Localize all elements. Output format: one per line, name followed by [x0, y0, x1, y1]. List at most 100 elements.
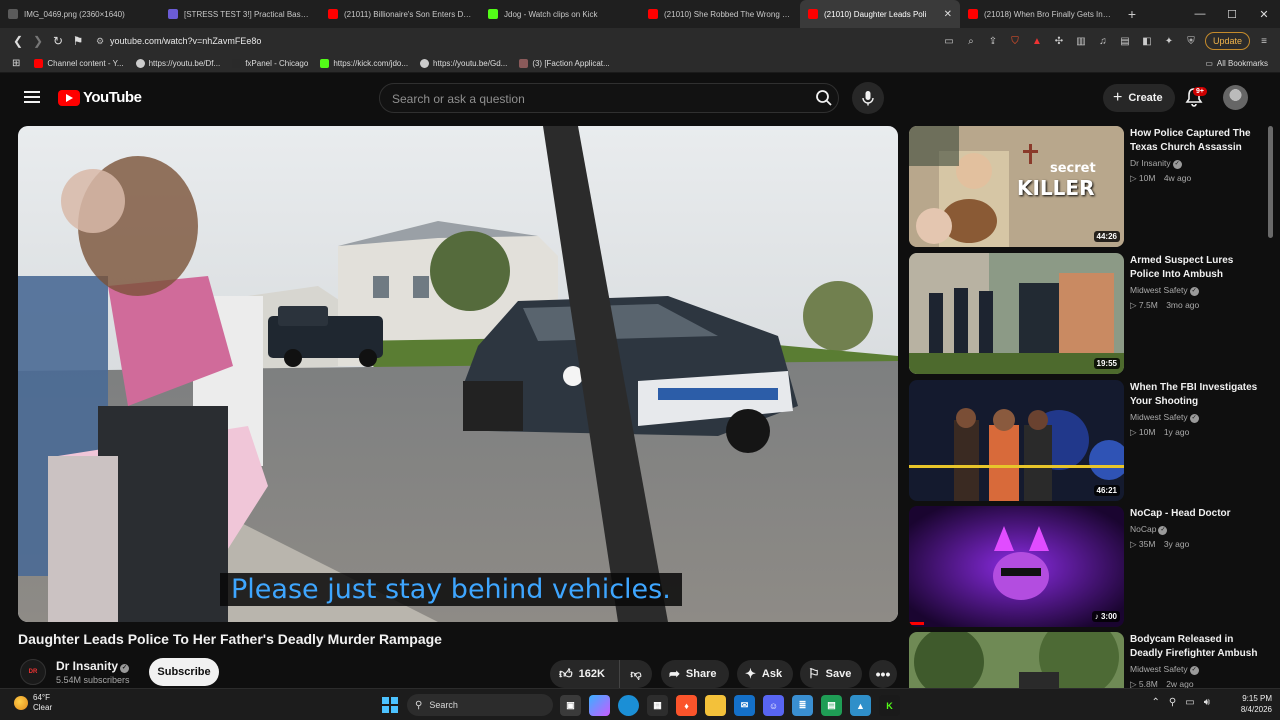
- browser-tab[interactable]: (21010) She Robbed The Wrong Sto: [640, 0, 800, 28]
- reload-icon[interactable]: ↻: [48, 31, 68, 51]
- discord-icon[interactable]: ☺: [763, 695, 784, 716]
- rewards-icon[interactable]: ▲: [1029, 33, 1045, 49]
- task-view-icon[interactable]: ▣: [560, 695, 581, 716]
- channel-avatar[interactable]: DR: [20, 659, 46, 685]
- subscribe-button[interactable]: Subscribe: [149, 658, 219, 686]
- system-clock[interactable]: 9:15 PM 8/4/2026: [1241, 693, 1272, 715]
- voice-search-button[interactable]: [852, 82, 884, 114]
- bookmark-item[interactable]: fxPanel - Chicago: [232, 58, 308, 68]
- bookmark-item[interactable]: https://youtu.be/Df...: [135, 58, 220, 68]
- close-window-icon[interactable]: ✕: [1248, 0, 1280, 28]
- youtube-favicon-icon: [34, 58, 44, 68]
- apps-icon[interactable]: ⊞: [12, 58, 20, 69]
- forward-icon[interactable]: ❯: [28, 31, 48, 51]
- extensions-icon[interactable]: ✣: [1051, 33, 1067, 49]
- create-button[interactable]: + Create: [1103, 84, 1175, 112]
- new-tab-button[interactable]: +: [1120, 0, 1144, 28]
- save-button[interactable]: ⚐ Save: [800, 660, 862, 688]
- hamburger-menu-icon[interactable]: [24, 91, 40, 105]
- recommended-channel[interactable]: Midwest Safety ✓: [1130, 664, 1199, 675]
- update-button[interactable]: Update: [1204, 32, 1250, 50]
- video-thumbnail[interactable]: secret KILLER 44:26: [909, 126, 1124, 247]
- taskbar-search[interactable]: ⚲ Search: [407, 694, 553, 716]
- spreadsheet-icon[interactable]: ▤: [821, 695, 842, 716]
- recommended-channel[interactable]: Midwest Safety ✓: [1130, 412, 1199, 423]
- zoom-icon[interactable]: ⌕: [963, 33, 979, 49]
- share-icon[interactable]: ⇪: [985, 33, 1001, 49]
- bookmark-item[interactable]: (3) [Faction Applicat...: [519, 58, 610, 68]
- edge-icon[interactable]: [618, 695, 639, 716]
- recommended-channel[interactable]: Midwest Safety ✓: [1130, 285, 1199, 296]
- weather-widget[interactable]: 64°F Clear: [14, 693, 52, 713]
- site-info-icon[interactable]: ⚙: [96, 36, 110, 47]
- search-input[interactable]: [392, 90, 802, 108]
- channel-name[interactable]: Dr Insanity ✓: [56, 659, 130, 673]
- account-avatar[interactable]: [1223, 85, 1248, 110]
- video-player[interactable]: [18, 126, 898, 622]
- browser-tab[interactable]: Jdog - Watch clips on Kick: [480, 0, 640, 28]
- recommended-video[interactable]: ♪ 3:00 NoCap - Head Doctor NoCap ✓ ▷ 35M …: [909, 506, 1259, 628]
- bookmark-item[interactable]: https://kick.com/jdo...: [320, 58, 408, 68]
- brave-shield-icon[interactable]: ⛉: [1007, 33, 1023, 49]
- sidebar-icon[interactable]: ▥: [1073, 33, 1089, 49]
- location-icon[interactable]: ⚲: [1169, 697, 1176, 708]
- page-scrollbar[interactable]: [1268, 126, 1273, 238]
- browser-tab[interactable]: (21018) When Bro Finally Gets Invite: [960, 0, 1120, 28]
- photos-icon[interactable]: ▲: [850, 695, 871, 716]
- kick-favicon-icon: [320, 58, 330, 68]
- menu-icon[interactable]: ≡: [1256, 33, 1272, 49]
- video-thumbnail[interactable]: ♪ 3:00: [909, 506, 1124, 627]
- volume-icon[interactable]: 🔊︎: [1204, 697, 1210, 708]
- ask-button[interactable]: ✦ Ask: [737, 660, 793, 688]
- search-button[interactable]: [809, 84, 839, 112]
- close-tab-icon[interactable]: ✕: [944, 9, 952, 20]
- recommended-video[interactable]: secret KILLER 44:26 How Police Captured …: [909, 126, 1259, 248]
- recommended-title[interactable]: Bodycam Released in Deadly Firefighter A…: [1130, 633, 1259, 661]
- like-button[interactable]: 👍︎ 162K: [550, 660, 620, 688]
- brave-icon[interactable]: ♦: [676, 695, 697, 716]
- recommended-video[interactable]: 46:21 When The FBI Investigates Your Sho…: [909, 380, 1259, 502]
- browser-tab-active[interactable]: (21010) Daughter Leads Poli ✕: [800, 0, 960, 28]
- network-icon[interactable]: ▭: [1185, 697, 1194, 708]
- bookmark-item[interactable]: https://youtu.be/Gd...: [420, 58, 507, 68]
- chevron-up-icon[interactable]: ⌃: [1152, 697, 1160, 708]
- browser-tab[interactable]: (21011) Billionaire's Son Enters Dea: [320, 0, 480, 28]
- maximize-icon[interactable]: ☐: [1216, 0, 1248, 28]
- recommended-title[interactable]: When The FBI Investigates Your Shooting: [1130, 381, 1260, 409]
- video-thumbnail[interactable]: 19:55: [909, 253, 1124, 374]
- minimize-icon[interactable]: —: [1184, 0, 1216, 28]
- store-icon[interactable]: ▦: [647, 695, 668, 716]
- mail-icon[interactable]: ✉: [734, 695, 755, 716]
- leo-icon[interactable]: ✦: [1161, 33, 1177, 49]
- cast-icon[interactable]: ▭: [941, 33, 957, 49]
- vpn-icon[interactable]: ⛨: [1183, 33, 1199, 49]
- file-explorer-icon[interactable]: [705, 695, 726, 716]
- recommended-title[interactable]: How Police Captured The Texas Church Ass…: [1130, 127, 1260, 155]
- recommended-channel[interactable]: NoCap ✓: [1130, 524, 1168, 535]
- all-bookmarks-button[interactable]: ▭ All Bookmarks: [1205, 54, 1268, 73]
- video-thumbnail[interactable]: [909, 632, 1124, 688]
- recommended-channel[interactable]: Dr Insanity ✓: [1130, 158, 1182, 169]
- recommended-video[interactable]: Bodycam Released in Deadly Firefighter A…: [909, 632, 1259, 688]
- recommended-video[interactable]: 19:55 Armed Suspect Lures Police Into Am…: [909, 253, 1259, 375]
- media-icon[interactable]: ♫: [1095, 33, 1111, 49]
- wallet-icon[interactable]: ◧: [1139, 33, 1155, 49]
- more-actions-button[interactable]: •••: [869, 660, 897, 688]
- youtube-header: YouTube: [0, 73, 1280, 123]
- dislike-button[interactable]: 👎︎: [620, 660, 652, 688]
- back-icon[interactable]: ❮: [8, 31, 28, 51]
- copilot-icon[interactable]: [589, 695, 610, 716]
- reading-list-icon[interactable]: ▤: [1117, 33, 1133, 49]
- recommended-title[interactable]: NoCap - Head Doctor: [1130, 507, 1260, 521]
- bookmark-item[interactable]: Channel content - Y...: [34, 58, 124, 68]
- youtube-logo[interactable]: YouTube: [58, 89, 142, 106]
- browser-tab[interactable]: IMG_0469.png (2360×1640): [0, 0, 160, 28]
- windows-start-icon[interactable]: [382, 697, 398, 713]
- bookmark-icon[interactable]: ⚑: [68, 31, 88, 51]
- recommended-title[interactable]: Armed Suspect Lures Police Into Ambush: [1130, 254, 1260, 282]
- browser-tab[interactable]: [STRESS TEST 3!] Practical Basketball: [160, 0, 320, 28]
- kick-app-icon[interactable]: K: [879, 695, 900, 716]
- video-thumbnail[interactable]: 46:21: [909, 380, 1124, 501]
- notepad-icon[interactable]: ≣: [792, 695, 813, 716]
- share-button[interactable]: ➦ Share: [661, 660, 729, 688]
